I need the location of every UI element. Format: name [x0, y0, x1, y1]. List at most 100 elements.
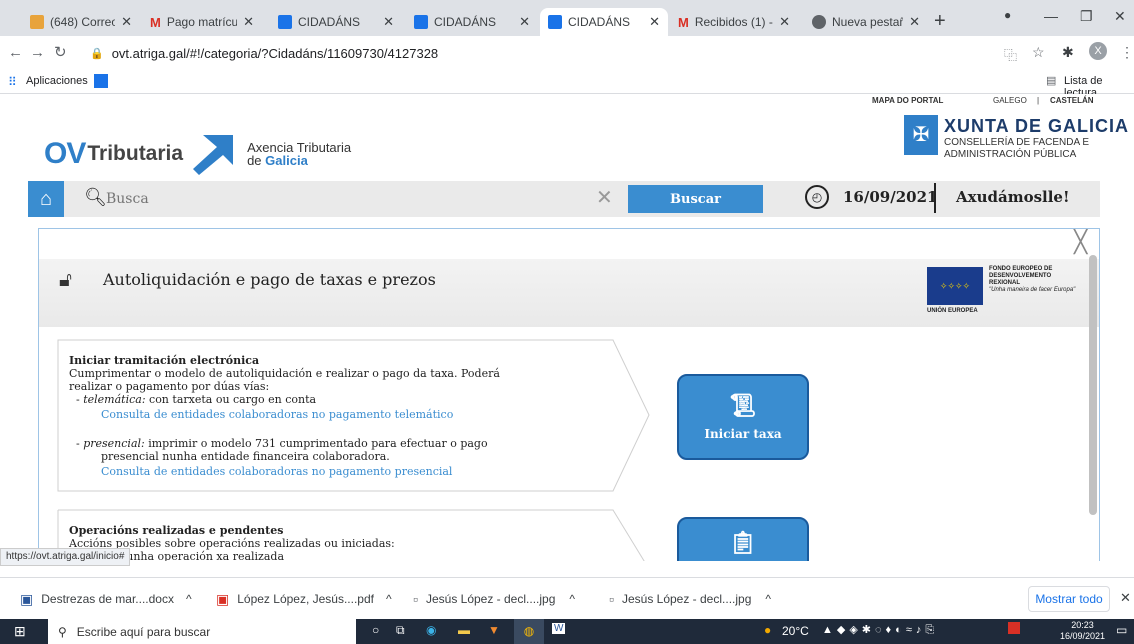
close-tab-icon[interactable]: ✕	[909, 14, 920, 30]
close-tab-icon[interactable]: ✕	[649, 14, 660, 30]
search-button[interactable]: Buscar	[628, 185, 763, 213]
eu-flag-icon: ✧✧✧✧	[927, 267, 983, 305]
chrome-favicon-icon	[812, 15, 826, 29]
clear-search-icon[interactable]: ✕	[596, 185, 613, 210]
start-tax-label: Iniciar taxa	[704, 427, 782, 441]
extensions-icon[interactable]: ✱	[1062, 44, 1074, 61]
chevron-up-icon[interactable]: ^	[569, 592, 575, 606]
download-item[interactable]: ▣ López López, Jesús....pdf ^	[216, 578, 392, 620]
close-tab-icon[interactable]: ✕	[519, 14, 530, 30]
block1-presencial-label: presencial:	[83, 437, 145, 450]
tab-search-icon[interactable]: ●	[1004, 8, 1011, 22]
close-tab-icon[interactable]: ✕	[779, 14, 790, 30]
xunta-conselleria-line1: CONSELLERÍA DE FACENDA E	[944, 137, 1090, 148]
category-panel: ╳ 🔓︎ Autoliquidación e pago de taxas e p…	[38, 228, 1100, 561]
search-input[interactable]	[106, 186, 586, 212]
cortana-icon[interactable]: ○	[372, 623, 379, 637]
reload-icon[interactable]: ↻	[54, 43, 67, 61]
browser-tab[interactable]: (648) Correo :: En ✕	[22, 8, 140, 36]
restore-icon[interactable]: ❐	[1080, 8, 1093, 25]
operations-button[interactable]: 📋︎	[677, 517, 809, 561]
close-tab-icon[interactable]: ✕	[243, 14, 254, 30]
back-icon[interactable]: ←	[8, 44, 23, 61]
xunta-conselleria-line2: ADMINISTRACIÓN PÚBLICA	[944, 149, 1077, 160]
telematic-entities-link[interactable]: Consulta de entidades colaboradoras no p…	[101, 408, 629, 421]
bookmark-apps[interactable]: Aplicaciones	[26, 75, 88, 87]
ov-tributaria-logo[interactable]: OV Tributaria Axencia Tributaria de Gali…	[44, 131, 351, 177]
close-tab-icon[interactable]: ✕	[383, 14, 394, 30]
windows-start-icon[interactable]: ⊞	[14, 623, 26, 640]
eu-fund-line2: DESENVOLVEMENTO	[989, 273, 1052, 279]
menu-icon[interactable]: ⋮	[1120, 44, 1134, 61]
close-tab-icon[interactable]: ✕	[121, 14, 132, 30]
site-map-link[interactable]: MAPA DO PORTAL	[872, 96, 943, 105]
download-item[interactable]: ▫ Jesús López - decl....jpg ^	[413, 578, 575, 620]
new-tab-icon[interactable]: +	[934, 10, 946, 33]
logo-ov: OV	[44, 137, 86, 170]
window-close-icon[interactable]: ✕	[1114, 8, 1126, 25]
browser-tab-strip: (648) Correo :: En ✕ M Pago matrícula - …	[0, 0, 1134, 36]
status-bar-url: https://ovt.atriga.gal/inicio#	[0, 548, 131, 566]
tab-title: (648) Correo :: En	[50, 15, 116, 29]
close-downloads-icon[interactable]: ✕	[1120, 590, 1131, 606]
word-file-icon: ▣	[20, 590, 34, 607]
close-panel-icon[interactable]: ╳	[1074, 229, 1087, 255]
edge-icon[interactable]: ◉	[426, 623, 436, 637]
translate-icon[interactable]: ⿻	[1004, 45, 1017, 64]
forward-icon[interactable]: →	[30, 44, 45, 61]
clipboard-icon: 📋︎	[729, 530, 757, 556]
image-file-icon: ▫	[413, 591, 418, 607]
bookmark-favicon-icon[interactable]	[94, 74, 108, 88]
word-taskbar-icon[interactable]: W	[552, 623, 566, 634]
browser-tab[interactable]: CIDADÁNS ✕	[270, 8, 402, 36]
chevron-up-icon[interactable]: ^	[186, 592, 192, 606]
show-all-button[interactable]: Mostrar todo	[1028, 586, 1110, 612]
lang-galego-link[interactable]: GALEGO	[993, 96, 1027, 105]
chrome-taskbar-icon[interactable]: ◍	[514, 619, 544, 644]
tab-title: Pago matrícula -	[166, 15, 238, 29]
task-view-icon[interactable]: ⧉	[396, 623, 405, 638]
windows-taskbar: ⊞ ⚲ Escribe aquí para buscar ○ ⧉ ◉ ▬ ▼ ◍…	[0, 619, 1134, 644]
page-scrollbar[interactable]	[1089, 255, 1097, 515]
lang-castelan-link[interactable]: CASTELÁN	[1050, 96, 1094, 105]
star-icon[interactable]: ☆	[1032, 44, 1045, 61]
eu-union-label: UNIÓN EUROPEA	[927, 308, 978, 314]
file-explorer-icon[interactable]: ▬	[458, 623, 470, 637]
block1-text: realizar o pagamento por dúas vías:	[69, 380, 270, 393]
start-tax-button[interactable]: 📜︎ Iniciar taxa	[677, 374, 809, 460]
logo-galicia: Galicia	[265, 153, 308, 168]
address-bar[interactable]: 🔒 ovt.atriga.gal/#!/categoria/?Cidadáns/…	[78, 41, 998, 65]
chevron-up-icon[interactable]: ^	[386, 592, 392, 606]
chevron-up-icon[interactable]: ^	[765, 592, 771, 606]
download-filename: Jesús López - decl....jpg	[621, 592, 752, 606]
browser-tab[interactable]: M Pago matrícula - ✕	[142, 8, 262, 36]
browser-tab[interactable]: M Recibidos (1) - al ✕	[670, 8, 798, 36]
search-icon: 🔍︎	[84, 187, 107, 207]
url-text: ovt.atriga.gal/#!/categoria/?Cidadáns/11…	[111, 45, 439, 61]
tab-title: CIDADÁNS	[568, 15, 631, 29]
download-item[interactable]: ▫ Jesús López - decl....jpg ^	[609, 578, 771, 620]
download-item[interactable]: ▣ Destrezas de mar....docx ^	[20, 578, 192, 620]
block1-text: Cumprimentar o modelo de autoliquidación…	[69, 367, 500, 380]
browser-tab-active[interactable]: CIDADÁNS ✕	[540, 8, 668, 36]
presential-entities-link[interactable]: Consulta de entidades colaboradoras no p…	[101, 465, 629, 478]
minimize-icon[interactable]: —	[1044, 8, 1058, 24]
tab-title: CIDADÁNS	[298, 15, 361, 29]
vpn-icon[interactable]: ▼	[488, 623, 500, 637]
image-file-icon: ▫	[609, 591, 614, 607]
browser-tab[interactable]: CIDADÁNS ✕	[406, 8, 538, 36]
mail-favicon-icon	[30, 15, 44, 29]
block1-presencial-text: imprimir o modelo 731 cumprimentado para…	[144, 437, 488, 450]
profile-avatar[interactable]: X	[1089, 42, 1107, 60]
home-icon[interactable]: ⌂	[28, 181, 64, 217]
system-tray-icons[interactable]: ▲◆◈✱◌♦◐≈♪⎘	[822, 623, 938, 637]
clock[interactable]: 20:23 16/09/2021	[1060, 620, 1105, 642]
gmail-favicon-icon: M	[678, 15, 689, 30]
block2-text: ltar unha operación xa realizada	[103, 550, 285, 561]
browser-tab[interactable]: Nueva pestaña ✕	[804, 8, 928, 36]
downloads-bar: ▣ Destrezas de mar....docx ^ ▣ López Lóp…	[0, 577, 1134, 619]
help-link[interactable]: Axudámoslle!	[956, 188, 1070, 206]
download-filename: López López, Jesús....pdf	[237, 592, 374, 606]
taskbar-search[interactable]: ⚲ Escribe aquí para buscar	[48, 619, 356, 644]
action-center-icon[interactable]: ▭	[1116, 623, 1127, 637]
